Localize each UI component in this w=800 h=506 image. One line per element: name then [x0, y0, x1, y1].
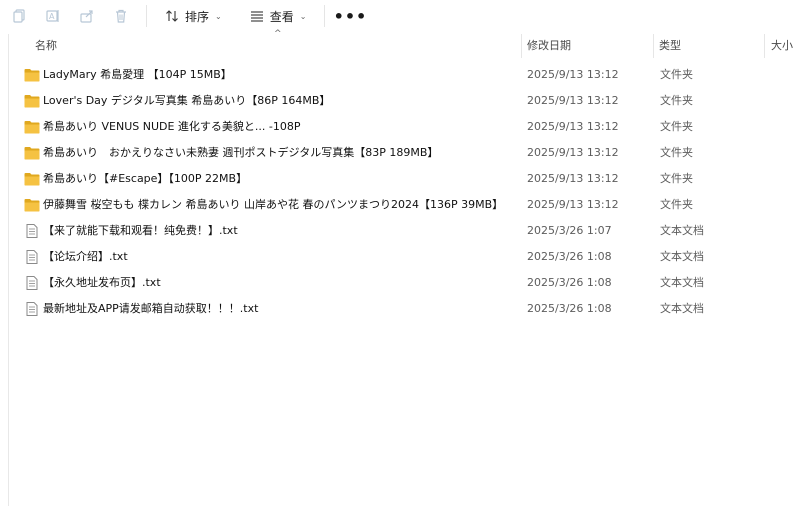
file-row[interactable]: LadyMary 希島愛理 【104P 15MB】 2025/9/13 13:12…: [8, 62, 800, 88]
file-row[interactable]: 最新地址及APP请发邮箱自动获取！！！.txt 2025/3/26 1:08 文本文…: [8, 296, 800, 322]
folder-icon: [24, 198, 40, 212]
file-modified-date: 2025/9/13 13:12: [527, 146, 619, 159]
file-modified-date: 2025/9/13 13:12: [527, 198, 619, 211]
view-label: 查看: [269, 9, 294, 24]
toolbar-divider: [324, 5, 326, 27]
file-name: 【来了就能下载和观看！纯免费！】.txt: [43, 224, 238, 237]
column-name-header[interactable]: 名称: [35, 34, 515, 58]
chevron-down-icon: ⌄: [299, 11, 307, 21]
file-row[interactable]: 希島あいり【#Escape】【100P 22MB】 2025/9/13 13:12…: [8, 166, 800, 192]
file-type: 文件夹: [660, 68, 693, 81]
file-modified-date: 2025/9/13 13:12: [527, 94, 619, 107]
more-icon: •••: [333, 6, 368, 26]
file-type: 文本文档: [660, 250, 704, 263]
file-row[interactable]: 希島あいり VENUS NUDE 進化する美貌と... -108P 2025/9/…: [8, 114, 800, 140]
view-button[interactable]: 查看 ⌄: [240, 2, 317, 30]
sort-button[interactable]: 排序 ⌄: [155, 2, 232, 30]
column-type-header[interactable]: 类型: [659, 34, 759, 58]
column-date-header[interactable]: 修改日期: [527, 34, 647, 58]
sort-label: 排序: [185, 9, 210, 24]
file-modified-date: 2025/9/13 13:12: [527, 68, 619, 81]
file-row[interactable]: 【来了就能下载和观看！纯免费！】.txt 2025/3/26 1:07 文本文档: [8, 218, 800, 244]
text-file-icon: [24, 224, 40, 238]
more-options-button[interactable]: •••: [333, 2, 367, 30]
folder-icon: [24, 68, 40, 82]
text-file-icon: [24, 250, 40, 264]
file-modified-date: 2025/9/13 13:12: [527, 120, 619, 133]
file-row[interactable]: 伊藤舞雪 桜空もも 楪カレン 希島あいり 山岸あや花 春のパンツまつり2024【…: [8, 192, 800, 218]
file-name: 【论坛介绍】.txt: [43, 250, 128, 263]
folder-icon: [24, 120, 40, 134]
share-icon[interactable]: [70, 2, 104, 30]
column-divider[interactable]: [764, 34, 765, 58]
file-name: 伊藤舞雪 桜空もも 楪カレン 希島あいり 山岸あや花 春のパンツまつり2024【…: [43, 198, 504, 211]
file-type: 文本文档: [660, 276, 704, 289]
sort-icon: [166, 10, 178, 22]
view-icon: [250, 11, 263, 22]
file-modified-date: 2025/9/13 13:12: [527, 172, 619, 185]
file-type: 文件夹: [660, 146, 693, 159]
file-type: 文本文档: [660, 302, 704, 315]
file-modified-date: 2025/3/26 1:08: [527, 250, 612, 263]
folder-icon: [24, 146, 40, 160]
file-modified-date: 2025/3/26 1:07: [527, 224, 612, 237]
file-explorer-window: A 排序 ⌄ 查看 ⌄ ••• ^ 名称 修改日期 类型 大小 LadyMary…: [0, 0, 800, 506]
file-name: LadyMary 希島愛理 【104P 15MB】: [43, 68, 232, 81]
command-bar: A 排序 ⌄ 查看 ⌄ •••: [0, 0, 800, 32]
file-row[interactable]: 希島あいり おかえりなさい未熟妻 週刊ポストデジタル写真集【83P 189MB】…: [8, 140, 800, 166]
rename-icon[interactable]: A: [36, 2, 70, 30]
file-name: Lover's Day デジタル写真集 希島あいり【86P 164MB】: [43, 94, 331, 107]
file-name: 希島あいり VENUS NUDE 進化する美貌と... -108P: [43, 120, 301, 133]
file-name: 希島あいり【#Escape】【100P 22MB】: [43, 172, 248, 185]
file-row[interactable]: 【永久地址发布页】.txt 2025/3/26 1:08 文本文档: [8, 270, 800, 296]
svg-text:A: A: [49, 12, 55, 21]
file-list: LadyMary 希島愛理 【104P 15MB】 2025/9/13 13:12…: [8, 62, 800, 322]
file-type: 文件夹: [660, 172, 693, 185]
text-file-icon: [24, 302, 40, 316]
delete-icon[interactable]: [104, 2, 138, 30]
toolbar-divider: [146, 5, 147, 27]
file-row[interactable]: 【论坛介绍】.txt 2025/3/26 1:08 文本文档: [8, 244, 800, 270]
file-name: 希島あいり おかえりなさい未熟妻 週刊ポストデジタル写真集【83P 189MB】: [43, 146, 439, 159]
file-row[interactable]: Lover's Day デジタル写真集 希島あいり【86P 164MB】 2025…: [8, 88, 800, 114]
folder-icon: [24, 172, 40, 186]
file-type: 文件夹: [660, 198, 693, 211]
column-header: ^ 名称 修改日期 类型 大小: [8, 29, 800, 58]
file-type: 文本文档: [660, 224, 704, 237]
file-name: 最新地址及APP请发邮箱自动获取！！！.txt: [43, 302, 259, 315]
copy-icon[interactable]: [2, 2, 36, 30]
column-size-header[interactable]: 大小: [771, 34, 800, 58]
chevron-down-icon: ⌄: [215, 11, 222, 21]
text-file-icon: [24, 276, 40, 290]
file-type: 文件夹: [660, 94, 693, 107]
file-modified-date: 2025/3/26 1:08: [527, 302, 612, 315]
file-name: 【永久地址发布页】.txt: [43, 276, 161, 289]
column-divider[interactable]: [521, 34, 522, 58]
file-type: 文件夹: [660, 120, 693, 133]
folder-icon: [24, 94, 40, 108]
column-divider[interactable]: [653, 34, 654, 58]
file-modified-date: 2025/3/26 1:08: [527, 276, 612, 289]
